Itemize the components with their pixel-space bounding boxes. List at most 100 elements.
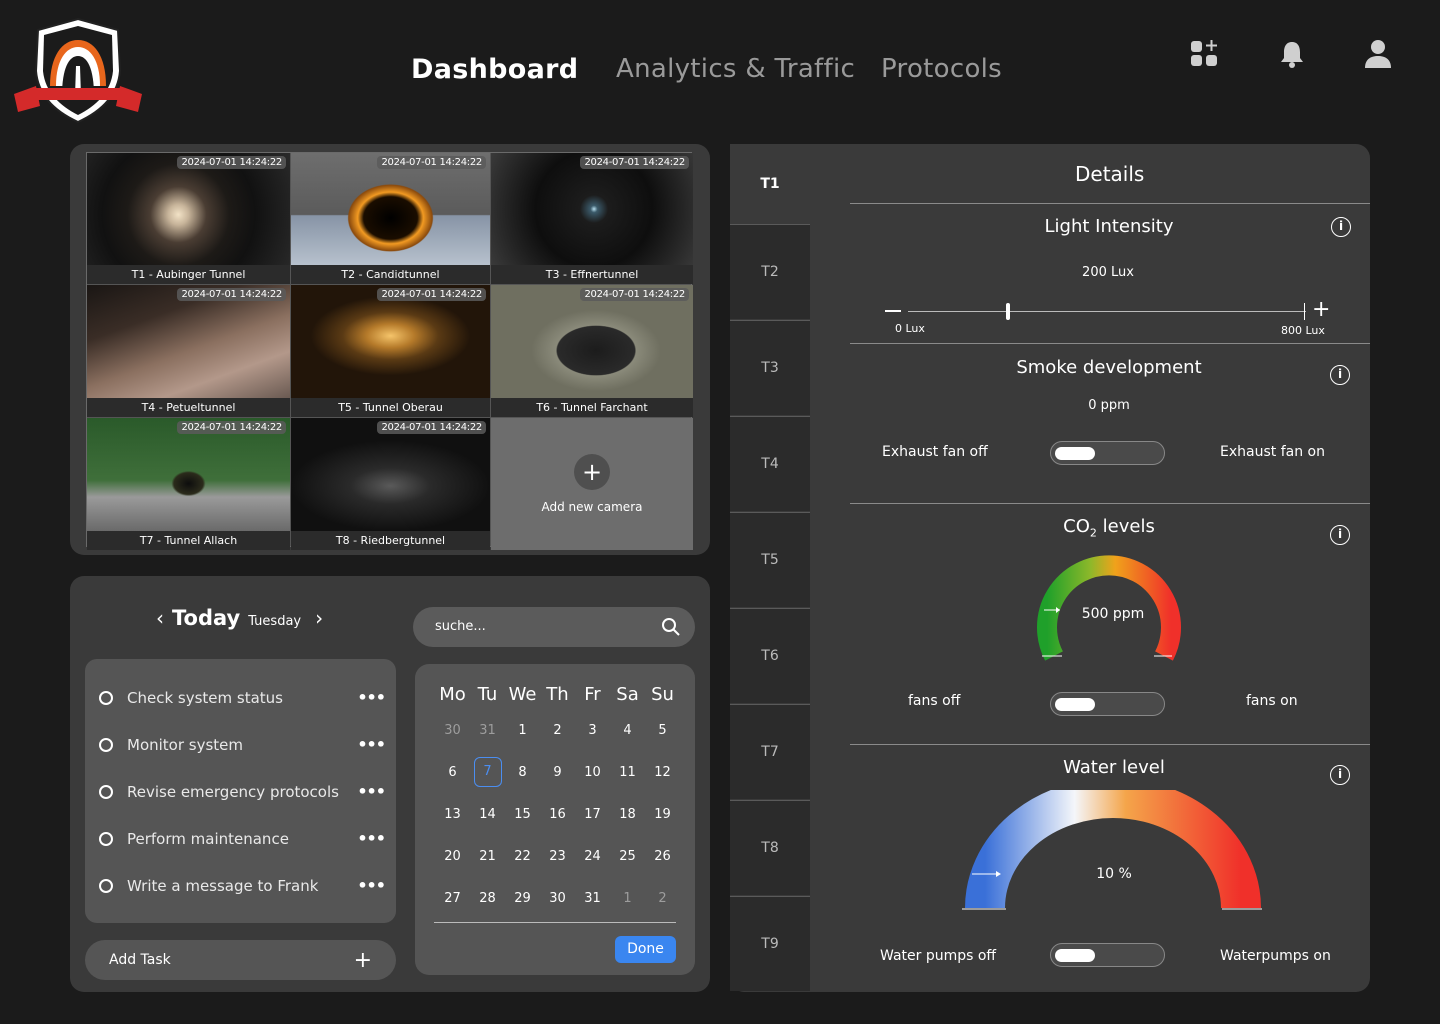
add-widget-icon[interactable]: [1189, 38, 1221, 70]
calendar-day[interactable]: 22: [505, 849, 540, 864]
task-item[interactable]: Revise emergency protocols •••: [99, 782, 386, 801]
calendar-day[interactable]: 1: [505, 723, 540, 738]
calendar-week: 20 21 22 23 24 25 26: [435, 849, 680, 864]
more-icon[interactable]: •••: [357, 782, 386, 801]
done-button[interactable]: Done: [615, 936, 676, 963]
camera-feed-t4[interactable]: 2024-07-01 14:24:22 T4 - Petueltunnel: [87, 285, 290, 417]
calendar-day-selected[interactable]: 7: [473, 757, 502, 787]
calendar-day[interactable]: 4: [610, 723, 645, 738]
calendar-day[interactable]: 21: [470, 849, 505, 864]
tab-t3[interactable]: T3: [730, 320, 810, 415]
task-item[interactable]: Perform maintenance •••: [99, 829, 386, 848]
tab-t9[interactable]: T9: [730, 896, 810, 991]
camera-feed-t1[interactable]: 2024-07-01 14:24:22 T1 - Aubinger Tunnel: [87, 153, 290, 284]
add-camera-button[interactable]: + Add new camera: [491, 418, 693, 550]
task-item[interactable]: Write a message to Frank •••: [99, 876, 386, 895]
bell-icon[interactable]: [1276, 38, 1308, 70]
calendar-day[interactable]: 28: [470, 891, 505, 906]
more-icon[interactable]: •••: [357, 688, 386, 707]
calendar-day[interactable]: 14: [470, 807, 505, 822]
calendar-day[interactable]: 19: [645, 807, 680, 822]
calendar-day[interactable]: 16: [540, 807, 575, 822]
camera-feed-t5[interactable]: 2024-07-01 14:24:22 T5 - Tunnel Oberau: [291, 285, 490, 417]
calendar-day[interactable]: 10: [575, 765, 610, 787]
task-checkbox[interactable]: [99, 831, 113, 846]
calendar-day[interactable]: 8: [505, 765, 540, 787]
calendar-day[interactable]: 30: [435, 723, 470, 738]
calendar-day[interactable]: 17: [575, 807, 610, 822]
tab-t5[interactable]: T5: [730, 512, 810, 607]
tab-t6[interactable]: T6: [730, 608, 810, 703]
camera-feed-t8[interactable]: 2024-07-01 14:24:22 T8 - Riedbergtunnel: [291, 418, 490, 550]
light-slider-handle[interactable]: [1005, 303, 1010, 320]
nav-protocols[interactable]: Protocols: [881, 54, 1002, 84]
add-task-button[interactable]: Add Task +: [85, 940, 396, 980]
search-icon[interactable]: [661, 617, 681, 637]
calendar-day[interactable]: 31: [470, 723, 505, 738]
user-icon[interactable]: [1362, 38, 1394, 70]
calendar-day[interactable]: 24: [575, 849, 610, 864]
calendar-day[interactable]: 29: [505, 891, 540, 906]
nav-dashboard[interactable]: Dashboard: [411, 54, 578, 85]
camera-timestamp: 2024-07-01 14:24:22: [377, 288, 486, 301]
tab-t8[interactable]: T8: [730, 800, 810, 895]
camera-timestamp: 2024-07-01 14:24:22: [580, 156, 689, 169]
task-checkbox[interactable]: [99, 737, 113, 752]
calendar-day[interactable]: 15: [505, 807, 540, 822]
tab-t1[interactable]: T1: [730, 144, 810, 224]
calendar-day[interactable]: 12: [645, 765, 680, 787]
more-icon[interactable]: •••: [357, 829, 386, 848]
task-checkbox[interactable]: [99, 784, 113, 799]
calendar-day[interactable]: 5: [645, 723, 680, 738]
calendar-day[interactable]: 1: [610, 891, 645, 906]
plus-icon[interactable]: +: [1312, 298, 1330, 322]
weekday-label: Tuesday: [248, 614, 302, 629]
camera-caption: T5 - Tunnel Oberau: [291, 398, 490, 417]
task-checkbox[interactable]: [99, 690, 113, 705]
light-slider-track[interactable]: [908, 311, 1306, 312]
calendar-day[interactable]: 2: [540, 723, 575, 738]
more-icon[interactable]: •••: [357, 735, 386, 754]
water-pumps-toggle[interactable]: [1050, 943, 1165, 967]
calendar-day[interactable]: 6: [435, 765, 470, 787]
exhaust-fan-on-label: Exhaust fan on: [1220, 444, 1325, 460]
calendar-day[interactable]: 26: [645, 849, 680, 864]
more-icon[interactable]: •••: [357, 876, 386, 895]
info-icon[interactable]: i: [1330, 365, 1350, 385]
info-icon[interactable]: i: [1330, 525, 1350, 545]
calendar-day[interactable]: 31: [575, 891, 610, 906]
weekday-header: Tu: [477, 684, 498, 705]
tab-t4[interactable]: T4: [730, 416, 810, 511]
tab-t2[interactable]: T2: [730, 224, 810, 319]
exhaust-fan-toggle[interactable]: [1050, 441, 1165, 465]
calendar-day[interactable]: 23: [540, 849, 575, 864]
info-icon[interactable]: i: [1330, 765, 1350, 785]
camera-feed-t6[interactable]: 2024-07-01 14:24:22 T6 - Tunnel Farchant: [491, 285, 693, 417]
calendar-day[interactable]: 25: [610, 849, 645, 864]
calendar-day[interactable]: 30: [540, 891, 575, 906]
calendar-day[interactable]: 18: [610, 807, 645, 822]
camera-feed-t3[interactable]: 2024-07-01 14:24:22 T3 - Effnertunnel: [491, 153, 693, 284]
task-checkbox[interactable]: [99, 878, 113, 893]
calendar-day[interactable]: 11: [610, 765, 645, 787]
calendar-day[interactable]: 13: [435, 807, 470, 822]
fans-toggle[interactable]: [1050, 692, 1165, 716]
task-item[interactable]: Check system status •••: [99, 688, 386, 707]
calendar-day[interactable]: 9: [540, 765, 575, 787]
camera-feed-t2[interactable]: 2024-07-01 14:24:22 T2 - Candidtunnel: [291, 153, 490, 284]
calendar-day[interactable]: 3: [575, 723, 610, 738]
minus-icon[interactable]: [885, 310, 901, 312]
calendar-day[interactable]: 27: [435, 891, 470, 906]
nav-analytics[interactable]: Analytics & Traffic: [616, 54, 855, 84]
light-min-label: 0 Lux: [895, 322, 925, 335]
chevron-right-icon[interactable]: ›: [315, 606, 323, 630]
chevron-left-icon[interactable]: ‹: [156, 606, 164, 630]
tab-t7[interactable]: T7: [730, 704, 810, 799]
search-input[interactable]: suche...: [413, 607, 695, 647]
calendar-day[interactable]: 2: [645, 891, 680, 906]
info-icon[interactable]: i: [1331, 217, 1351, 237]
task-item[interactable]: Monitor system •••: [99, 735, 386, 754]
water-level-value: 10 %: [1096, 866, 1132, 882]
calendar-day[interactable]: 20: [435, 849, 470, 864]
camera-feed-t7[interactable]: 2024-07-01 14:24:22 T7 - Tunnel Allach: [87, 418, 290, 550]
